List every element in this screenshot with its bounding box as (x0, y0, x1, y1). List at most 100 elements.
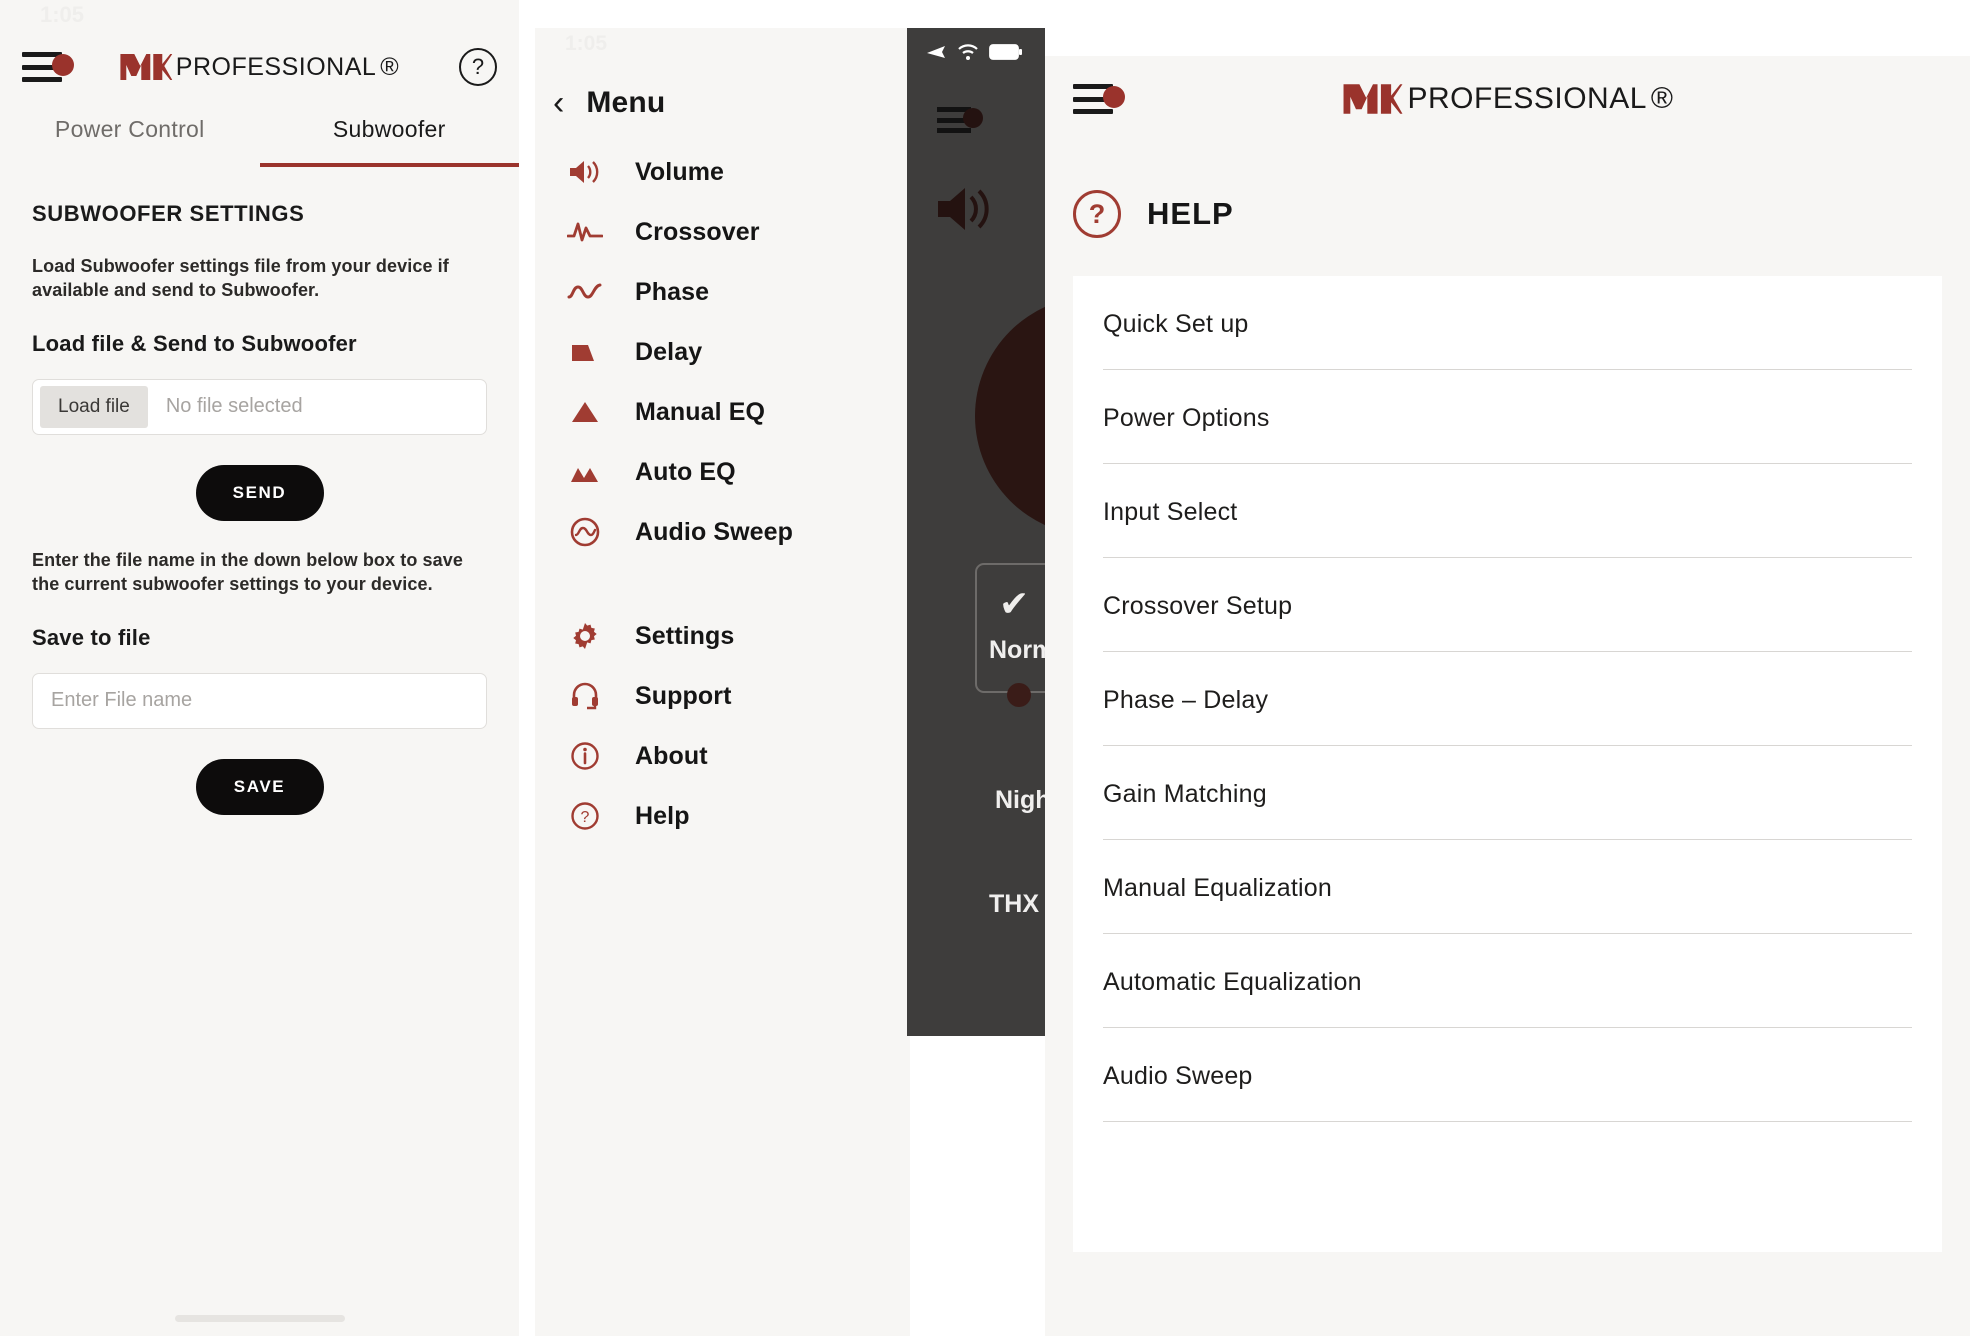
tab-bar: Power Control Subwoofer (0, 116, 519, 167)
menu-status-bar: 1:05 (535, 28, 910, 62)
waveform-icon (565, 219, 605, 245)
menu-item-manual-eq[interactable]: Manual EQ (535, 382, 910, 442)
svg-text:?: ? (581, 809, 590, 826)
brand-registered: ® (1650, 82, 1674, 115)
mk-mark-icon (1341, 82, 1403, 116)
info-icon (565, 741, 605, 771)
sweep-circle-icon (565, 516, 605, 548)
hamburger-menu-icon[interactable] (22, 52, 74, 82)
help-topic-manual-equalization[interactable]: Manual Equalization (1103, 840, 1912, 934)
device-status-bar (907, 28, 1045, 67)
speaker-icon (565, 158, 605, 186)
menu-header: ‹ Menu (535, 62, 910, 120)
menu-item-list: Volume Crossover Phase Delay Manual EQ A… (535, 142, 910, 846)
load-file-button[interactable]: Load file (40, 385, 148, 428)
menu-dot-icon (52, 54, 74, 76)
filename-input[interactable]: Enter File name (32, 672, 487, 729)
help-topic-quick-set-up[interactable]: Quick Set up (1103, 276, 1912, 370)
menu-item-help[interactable]: ? Help (535, 786, 910, 846)
help-title: HELP (1147, 196, 1234, 231)
question-icon: ? (565, 801, 605, 831)
menu-label: Manual EQ (635, 397, 766, 426)
mode-bullet-icon (1007, 683, 1031, 707)
status-time: 1:05 (40, 2, 85, 27)
device-control-screen: ✔ Normal Night THX (907, 28, 1045, 1036)
menu-label: Help (635, 801, 690, 830)
device-speaker-icon (935, 183, 1045, 240)
help-topic-automatic-equalization[interactable]: Automatic Equalization (1103, 934, 1912, 1028)
help-app-bar: PROFESSIONAL ® (1045, 56, 1970, 142)
brand-registered: ® (380, 52, 400, 81)
page-title: SUBWOOFER SETTINGS (32, 201, 305, 226)
file-picker-row[interactable]: Load file No file selected (32, 378, 487, 435)
menu-label: Support (635, 681, 732, 710)
sine-wave-icon (565, 279, 605, 305)
app-bar: PROFESSIONAL ® ? (0, 30, 519, 104)
menu-item-about[interactable]: About (535, 726, 910, 786)
screenshot-canvas: 1:05 PROFESSIONAL ® ? Power Control Subw… (0, 0, 1970, 1336)
help-topic-list: Quick Set up Power Options Input Select … (1073, 276, 1942, 1252)
mk-mark-icon (119, 52, 172, 82)
menu-label: Auto EQ (635, 457, 736, 486)
load-field-label: Load file & Send to Subwoofer (32, 330, 357, 356)
menu-screen: 1:05 ‹ Menu Volume Crossover Phase Delay… (535, 28, 910, 1336)
help-icon[interactable]: ? (459, 48, 497, 86)
menu-item-volume[interactable]: Volume (535, 142, 910, 202)
save-description: Enter the file name in the down below bo… (32, 549, 463, 594)
mode-thx-label[interactable]: THX (989, 890, 1039, 919)
status-bar: 1:05 (0, 0, 519, 30)
gear-icon (565, 621, 605, 651)
wifi-icon (957, 43, 979, 66)
help-topic-gain-matching[interactable]: Gain Matching (1103, 746, 1912, 840)
help-topic-input-select[interactable]: Input Select (1103, 464, 1912, 558)
menu-status-time: 1:05 (565, 32, 608, 55)
device-hamburger-icon[interactable] (937, 107, 983, 133)
home-indicator (174, 1315, 345, 1322)
help-topic-power-options[interactable]: Power Options (1103, 370, 1912, 464)
load-description: Load Subwoofer settings file from your d… (32, 256, 449, 300)
menu-label: Volume (635, 157, 725, 186)
brand-logo: PROFESSIONAL ® (1341, 82, 1673, 116)
hamburger-menu-icon[interactable] (1073, 84, 1125, 114)
subwoofer-settings-screen: 1:05 PROFESSIONAL ® ? Power Control Subw… (0, 0, 519, 1336)
send-button[interactable]: SEND (195, 464, 324, 521)
selected-file-status: No file selected (165, 395, 303, 418)
double-peak-icon (565, 459, 605, 485)
tab-power-control[interactable]: Power Control (0, 116, 260, 167)
check-icon: ✔ (999, 583, 1030, 624)
tab-subwoofer[interactable]: Subwoofer (259, 116, 519, 167)
device-dial[interactable] (975, 296, 1045, 536)
save-field-label: Save to file (32, 624, 151, 650)
brand-logo: PROFESSIONAL ® (119, 52, 400, 82)
menu-item-auto-eq[interactable]: Auto EQ (535, 442, 910, 502)
menu-label: Audio Sweep (635, 517, 794, 546)
back-chevron-icon[interactable]: ‹ (553, 86, 564, 120)
help-topic-phase-delay[interactable]: Phase – Delay (1103, 652, 1912, 746)
menu-item-delay[interactable]: Delay (535, 322, 910, 382)
menu-label: About (635, 741, 708, 770)
help-topic-crossover-setup[interactable]: Crossover Setup (1103, 558, 1912, 652)
headset-icon (565, 681, 605, 711)
menu-item-audio-sweep[interactable]: Audio Sweep (535, 502, 910, 562)
help-topic-audio-sweep[interactable]: Audio Sweep (1103, 1028, 1912, 1122)
help-screen: PROFESSIONAL ® ? HELP Quick Set up Power… (1045, 56, 1970, 1336)
brand-word: PROFESSIONAL (1407, 82, 1647, 115)
menu-label: Crossover (635, 217, 760, 246)
menu-item-crossover[interactable]: Crossover (535, 202, 910, 262)
battery-icon (989, 43, 1023, 66)
help-header: ? HELP (1045, 142, 1970, 238)
mode-night-label[interactable]: Night (995, 786, 1045, 815)
save-button[interactable]: SAVE (195, 758, 324, 815)
airplane-icon (925, 42, 947, 67)
help-glyph: ? (471, 54, 485, 79)
menu-label: Settings (635, 621, 735, 650)
trapezoid-icon (565, 339, 605, 365)
menu-label: Phase (635, 277, 710, 306)
menu-title: Menu (586, 86, 666, 119)
menu-item-support[interactable]: Support (535, 666, 910, 726)
menu-dot-icon (1103, 86, 1125, 108)
menu-item-settings[interactable]: Settings (535, 606, 910, 666)
menu-item-phase[interactable]: Phase (535, 262, 910, 322)
question-glyph: ? (1088, 198, 1106, 229)
menu-label: Delay (635, 337, 703, 366)
